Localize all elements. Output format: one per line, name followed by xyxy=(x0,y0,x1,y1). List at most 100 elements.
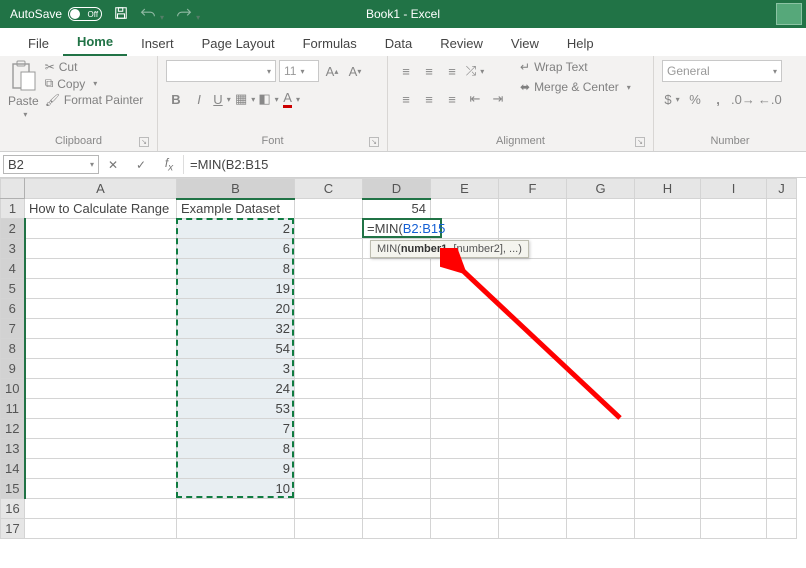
format-painter-button[interactable]: 🖌Format Painter xyxy=(45,93,144,107)
align-bottom-icon[interactable]: ≡ xyxy=(442,60,462,82)
cell-B11[interactable]: 53 xyxy=(177,399,295,419)
cell-I7[interactable] xyxy=(701,319,767,339)
col-header-G[interactable]: G xyxy=(567,179,635,199)
cell-A2[interactable] xyxy=(25,219,177,239)
cell-G5[interactable] xyxy=(567,279,635,299)
cell-J10[interactable] xyxy=(767,379,797,399)
col-header-D[interactable]: D xyxy=(363,179,431,199)
row-header-2[interactable]: 2 xyxy=(1,219,25,239)
cell-G3[interactable] xyxy=(567,239,635,259)
align-top-icon[interactable]: ≡ xyxy=(396,60,416,82)
cell-E4[interactable] xyxy=(431,259,499,279)
cell-F16[interactable] xyxy=(499,499,567,519)
cell-C17[interactable] xyxy=(295,519,363,539)
cell-I1[interactable] xyxy=(701,199,767,219)
cell-C3[interactable] xyxy=(295,239,363,259)
row-header-14[interactable]: 14 xyxy=(1,459,25,479)
row-header-8[interactable]: 8 xyxy=(1,339,25,359)
cell-A3[interactable] xyxy=(25,239,177,259)
cell-J16[interactable] xyxy=(767,499,797,519)
cell-E14[interactable] xyxy=(431,459,499,479)
cell-A9[interactable] xyxy=(25,359,177,379)
cell-J6[interactable] xyxy=(767,299,797,319)
cell-C5[interactable] xyxy=(295,279,363,299)
cell-I12[interactable] xyxy=(701,419,767,439)
row-header-4[interactable]: 4 xyxy=(1,259,25,279)
cell-C8[interactable] xyxy=(295,339,363,359)
cell-I15[interactable] xyxy=(701,479,767,499)
dialog-launcher-icon[interactable]: ↘ xyxy=(139,137,149,147)
cell-J1[interactable] xyxy=(767,199,797,219)
decrease-decimal-icon[interactable]: ←.0 xyxy=(758,88,782,110)
cancel-formula-icon[interactable]: ✕ xyxy=(99,155,127,174)
cut-button[interactable]: ✂Cut xyxy=(45,60,144,74)
cell-F1[interactable] xyxy=(499,199,567,219)
formula-input[interactable]: =MIN(B2:B15 xyxy=(184,155,806,174)
cell-H2[interactable] xyxy=(635,219,701,239)
cell-J12[interactable] xyxy=(767,419,797,439)
cell-J11[interactable] xyxy=(767,399,797,419)
autosave-toggle[interactable]: AutoSave Off xyxy=(10,7,102,21)
cell-F12[interactable] xyxy=(499,419,567,439)
cell-C14[interactable] xyxy=(295,459,363,479)
cell-G4[interactable] xyxy=(567,259,635,279)
cell-B4[interactable]: 8 xyxy=(177,259,295,279)
cell-F10[interactable] xyxy=(499,379,567,399)
cell-H12[interactable] xyxy=(635,419,701,439)
cell-I14[interactable] xyxy=(701,459,767,479)
cell-C16[interactable] xyxy=(295,499,363,519)
cell-F15[interactable] xyxy=(499,479,567,499)
wrap-text-button[interactable]: ↵Wrap Text xyxy=(520,60,631,74)
cell-A11[interactable] xyxy=(25,399,177,419)
spreadsheet-grid[interactable]: A B C D E F G H I J 1How to Calculate Ra… xyxy=(0,178,806,539)
align-left-icon[interactable]: ≡ xyxy=(396,88,416,110)
cell-B17[interactable] xyxy=(177,519,295,539)
cell-I11[interactable] xyxy=(701,399,767,419)
cell-B9[interactable]: 3 xyxy=(177,359,295,379)
cell-A14[interactable] xyxy=(25,459,177,479)
cell-H13[interactable] xyxy=(635,439,701,459)
align-right-icon[interactable]: ≡ xyxy=(442,88,462,110)
cell-H14[interactable] xyxy=(635,459,701,479)
cell-B5[interactable]: 19 xyxy=(177,279,295,299)
increase-font-icon[interactable]: A▴ xyxy=(322,60,342,82)
cell-E5[interactable] xyxy=(431,279,499,299)
decrease-font-icon[interactable]: A▾ xyxy=(345,60,365,82)
cell-D10[interactable] xyxy=(363,379,431,399)
editing-cell-D2[interactable]: =MIN(B2:B15 xyxy=(362,218,442,238)
cell-I8[interactable] xyxy=(701,339,767,359)
row-header-9[interactable]: 9 xyxy=(1,359,25,379)
font-family-select[interactable]: ▾ xyxy=(166,60,276,82)
row-header-16[interactable]: 16 xyxy=(1,499,25,519)
row-header-1[interactable]: 1 xyxy=(1,199,25,219)
cell-G10[interactable] xyxy=(567,379,635,399)
tab-formulas[interactable]: Formulas xyxy=(289,30,371,56)
cell-F17[interactable] xyxy=(499,519,567,539)
cell-B14[interactable]: 9 xyxy=(177,459,295,479)
cell-C15[interactable] xyxy=(295,479,363,499)
cell-I13[interactable] xyxy=(701,439,767,459)
cell-B3[interactable]: 6 xyxy=(177,239,295,259)
cell-J9[interactable] xyxy=(767,359,797,379)
cell-H11[interactable] xyxy=(635,399,701,419)
number-format-select[interactable]: General▾ xyxy=(662,60,782,82)
cell-G6[interactable] xyxy=(567,299,635,319)
cell-D9[interactable] xyxy=(363,359,431,379)
cell-D17[interactable] xyxy=(363,519,431,539)
borders-button[interactable]: ▦▾ xyxy=(235,88,255,110)
cell-J3[interactable] xyxy=(767,239,797,259)
cell-D5[interactable] xyxy=(363,279,431,299)
cell-G17[interactable] xyxy=(567,519,635,539)
cell-I3[interactable] xyxy=(701,239,767,259)
copy-button[interactable]: ⧉Copy▾ xyxy=(45,76,144,91)
cell-E7[interactable] xyxy=(431,319,499,339)
col-header-F[interactable]: F xyxy=(499,179,567,199)
cell-H9[interactable] xyxy=(635,359,701,379)
cell-B6[interactable]: 20 xyxy=(177,299,295,319)
account-box[interactable] xyxy=(776,3,802,25)
cell-D16[interactable] xyxy=(363,499,431,519)
cell-A1[interactable]: How to Calculate Range xyxy=(25,199,177,219)
cell-G14[interactable] xyxy=(567,459,635,479)
cell-E17[interactable] xyxy=(431,519,499,539)
cell-G9[interactable] xyxy=(567,359,635,379)
